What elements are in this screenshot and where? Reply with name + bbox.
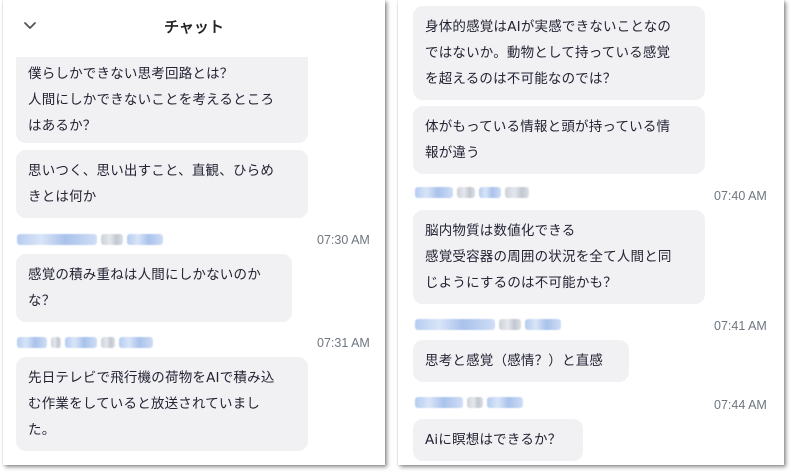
message-bubble[interactable]: 身体的感覚はAIが実感できないことなの ではないか。動物として持っている感覚 を… [413,6,705,100]
message-line: む作業をしていると放送されていまし [28,396,261,412]
chat-panel-left: チャット 僕らしかできない思考回路とは？ 人間にしかできないことを考えるところ … [3,0,385,465]
message-bubble[interactable]: 脳内物質は数値化できる 感覚受容器の周囲の状況を全て人間と同 じようにするのは不… [413,210,705,304]
message-line: 身体的感覚はAIが実感できないことなの [425,19,672,35]
message-line: を超えるのは不可能なのでは？ [425,71,617,87]
message-timestamp: 07:44 AM [714,398,767,412]
message-line: な？ [28,293,56,309]
message-timestamp: 07:31 AM [317,336,370,350]
message-line: 感覚受容器の周囲の状況を全て人間と同 [425,249,672,265]
message-line: ではないか。動物として持っている感覚 [425,45,671,61]
message-line: 人間にしかできないことを考えるところ [28,92,275,108]
message-bubble[interactable]: 先日テレビで飛行機の荷物をAIで積み込 む作業をしていると放送されていまし た。 [16,357,308,451]
message-timestamp: 07:40 AM [714,189,767,203]
message-line: 感覚の積み重ねは人間にしかないのか [28,267,261,283]
message-bubble[interactable]: 感覚の積み重ねは人間にしかないのか な？ [16,254,292,322]
message-line: Aiに瞑想はできるか？ [425,432,562,448]
message-line: 思考と感覚（感情？）と直感 [425,353,604,369]
message-line: はあるか？ [28,118,97,134]
message-timestamp: 07:41 AM [714,319,767,333]
message-bubble[interactable]: 思いつく、思い出すこと、直観、ひらめ きとは何か [16,150,308,218]
message-line: きとは何か [28,189,97,205]
sender-name-redacted [17,336,167,350]
sender-name-redacted [415,186,565,200]
sender-name-redacted [415,396,565,410]
message-bubble[interactable]: 思考と感覚（感情？）と直感 [413,340,629,382]
message-bubble[interactable]: 体がもっている情報と頭が持っている情 報が違う [413,106,705,174]
message-line: た。 [28,422,56,438]
message-bubble[interactable]: Aiに瞑想はできるか？ [413,419,583,461]
message-line: 体がもっている情報と頭が持っている情 [425,119,671,135]
message-line: 脳内物質は数値化できる [425,223,576,239]
message-line: 僕らしかできない思考回路とは？ [28,66,234,82]
message-line: 思いつく、思い出すこと、直観、ひらめ [28,163,275,179]
sender-name-redacted [415,318,565,332]
message-timestamp: 07:30 AM [317,233,370,247]
sender-name-redacted [17,233,167,247]
message-line: じようにするのは不可能かも？ [425,275,617,291]
chat-panel-right: 身体的感覚はAIが実感できないことなの ではないか。動物として持っている感覚 を… [398,0,784,465]
scroll-fade [3,451,385,465]
message-bubble[interactable]: 僕らしかできない思考回路とは？ 人間にしかできないことを考えるところ はあるか？ [16,57,308,143]
chat-header: チャット [3,0,385,52]
message-line: 先日テレビで飛行機の荷物をAIで積み込 [28,370,275,386]
chat-title: チャット [164,18,224,36]
message-line: 報が違う [425,145,480,161]
